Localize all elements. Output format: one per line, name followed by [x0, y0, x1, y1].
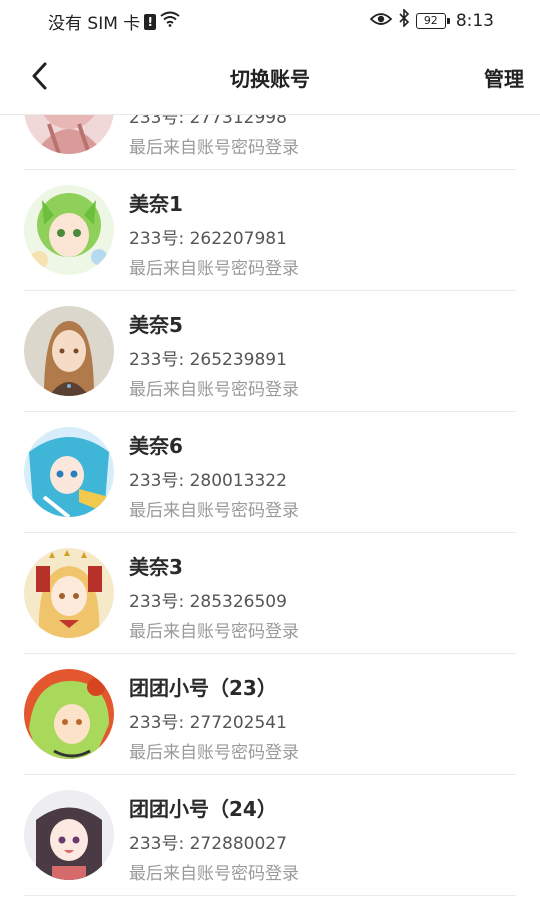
account-id: 233号: 285326509: [129, 592, 287, 612]
login-method: 最后来自账号密码登录: [129, 864, 299, 884]
account-list[interactable]: 233号: 277312998 最后来自账号密码登录 美奈1 233号: 262…: [0, 49, 540, 896]
avatar: [24, 790, 114, 880]
account-id: 233号: 277202541: [129, 713, 287, 733]
status-right: 92 8:13: [369, 8, 494, 32]
account-id: 233号: 272880027: [129, 834, 287, 854]
avatar: [24, 306, 114, 396]
login-method: 最后来自账号密码登录: [129, 622, 299, 642]
bluetooth-icon: [398, 8, 410, 32]
account-name: 美奈3: [129, 555, 183, 579]
account-id: 233号: 280013322: [129, 471, 287, 491]
account-switch-screen: 没有 SIM 卡 ! 92 8:13 切换账号 管理 233号: 2773129…: [0, 0, 540, 912]
wifi-icon: [160, 11, 180, 32]
status-bar: 没有 SIM 卡 ! 92 8:13: [0, 0, 540, 40]
account-id: 233号: 265239891: [129, 350, 287, 370]
account-item[interactable]: 美奈3 233号: 285326509 最后来自账号密码登录: [24, 533, 516, 654]
manage-button[interactable]: 管理: [484, 63, 524, 92]
status-left: 没有 SIM 卡 !: [48, 9, 180, 34]
account-name: 团团小号（23）: [129, 676, 277, 700]
account-name: 美奈6: [129, 434, 183, 458]
header-bar: 切换账号 管理: [0, 40, 540, 115]
avatar: [24, 185, 114, 275]
avatar: [24, 427, 114, 517]
clock: 8:13: [455, 10, 494, 31]
avatar: [24, 548, 114, 638]
account-item[interactable]: 美奈5 233号: 265239891 最后来自账号密码登录: [24, 291, 516, 412]
login-method: 最后来自账号密码登录: [129, 259, 299, 279]
account-item[interactable]: 美奈1 233号: 262207981 最后来自账号密码登录: [24, 170, 516, 291]
sim-status-text: 没有 SIM 卡: [48, 14, 141, 34]
avatar: [24, 669, 114, 759]
account-item[interactable]: 团团小号（23） 233号: 277202541 最后来自账号密码登录: [24, 654, 516, 775]
account-name: 团团小号（24）: [129, 797, 277, 821]
battery-icon: 92: [415, 12, 450, 29]
account-item[interactable]: 团团小号（24） 233号: 272880027 最后来自账号密码登录: [24, 775, 516, 896]
account-id: 233号: 262207981: [129, 229, 287, 249]
login-method: 最后来自账号密码登录: [129, 743, 299, 763]
account-name: 美奈5: [129, 313, 183, 337]
eye-icon: [369, 11, 393, 31]
page-title: 切换账号: [230, 67, 310, 91]
account-name: 美奈1: [129, 192, 183, 216]
login-method: 最后来自账号密码登录: [129, 380, 299, 400]
account-item[interactable]: 美奈6 233号: 280013322 最后来自账号密码登录: [24, 412, 516, 533]
sim-alert-icon: !: [144, 13, 157, 30]
login-method: 最后来自账号密码登录: [129, 138, 299, 158]
login-method: 最后来自账号密码登录: [129, 501, 299, 521]
